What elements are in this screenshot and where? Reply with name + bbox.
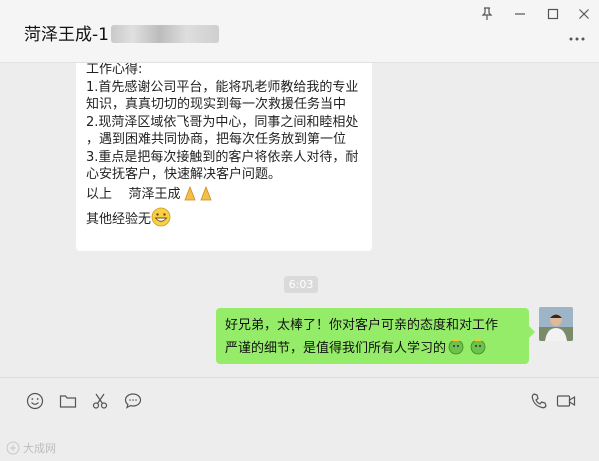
watermark-logo-icon [6, 441, 20, 455]
message-line: 严谨的细节，是值得我们所有人学习的 [225, 341, 447, 356]
message-line: 2.现菏泽区域依飞哥为中心，同事之间和睦相处 [86, 114, 359, 130]
incoming-message[interactable]: 工作心得: 1.首先感谢公司平台，能将巩老师教给我的专业 知识，真真切切的现实到… [76, 63, 372, 251]
chat-bubble-icon[interactable] [123, 391, 143, 411]
input-divider [0, 377, 599, 378]
message-line-with-emoji: 严谨的细节，是值得我们所有人学习的 [225, 336, 525, 363]
watermark-text: 大成网 [23, 442, 56, 455]
watermark: 大成网 [6, 440, 56, 456]
closing-line: 其他经验无 [86, 207, 370, 233]
chat-title-text: 菏泽王成-1 [24, 25, 109, 45]
scissors-icon[interactable] [90, 391, 110, 411]
message-line: 好兄弟，太棒了！你对客户可亲的态度和对工作 [225, 318, 499, 333]
chat-area[interactable]: 工作心得: 1.首先感谢公司平台，能将巩老师教给我的专业 知识，真真切切的现实到… [0, 63, 599, 377]
title-bar: 菏泽王成-1 [0, 0, 599, 63]
outgoing-message[interactable]: 好兄弟，太棒了！你对客户可亲的态度和对工作 严谨的细节，是值得我们所有人学习的 [216, 308, 535, 364]
emoji-icon[interactable] [25, 391, 45, 411]
pin-icon[interactable] [476, 4, 498, 24]
folder-icon[interactable] [58, 391, 78, 411]
more-icon[interactable] [567, 32, 587, 46]
outgoing-message-text: 好兄弟，太棒了！你对客户可亲的态度和对工作 严谨的细节，是值得我们所有人学习的 [225, 315, 525, 363]
video-icon[interactable] [556, 391, 576, 411]
signature-line: 以上 菏泽王成 [86, 184, 370, 208]
closing-text: 其他经验无 [86, 212, 152, 227]
phone-icon[interactable] [529, 391, 549, 411]
signature-text: 以上 菏泽王成 [86, 186, 181, 202]
blurred-name [110, 25, 219, 43]
chat-title: 菏泽王成-1 [24, 20, 219, 45]
message-line: 知识，真真切切的现实到每一次救援任务当中 [86, 97, 347, 112]
incoming-message-text: 工作心得: 1.首先感谢公司平台，能将巩老师教给我的专业 知识，真真切切的现实到… [86, 63, 370, 233]
minimize-icon[interactable] [509, 4, 531, 24]
grinning-face-icon [151, 207, 171, 233]
plant-figure-icon [446, 336, 490, 363]
message-line: 3.重点是把每次接触到的客户将依亲人对待，耐 [86, 149, 359, 165]
message-line: 工作心得: [86, 63, 143, 77]
praying-hands-icon [181, 184, 215, 208]
avatar[interactable] [539, 307, 573, 341]
message-line: 1.首先感谢公司平台，能将巩老师教给我的专业 [86, 79, 359, 95]
message-line: ，遇到困难共同协商，把每次任务放到第一位 [86, 132, 347, 147]
close-icon[interactable] [573, 4, 595, 24]
message-line: 心安抚客户，快速解决客户问题。 [86, 167, 282, 182]
message-timestamp: 6:03 [284, 276, 318, 293]
maximize-icon[interactable] [542, 4, 564, 24]
